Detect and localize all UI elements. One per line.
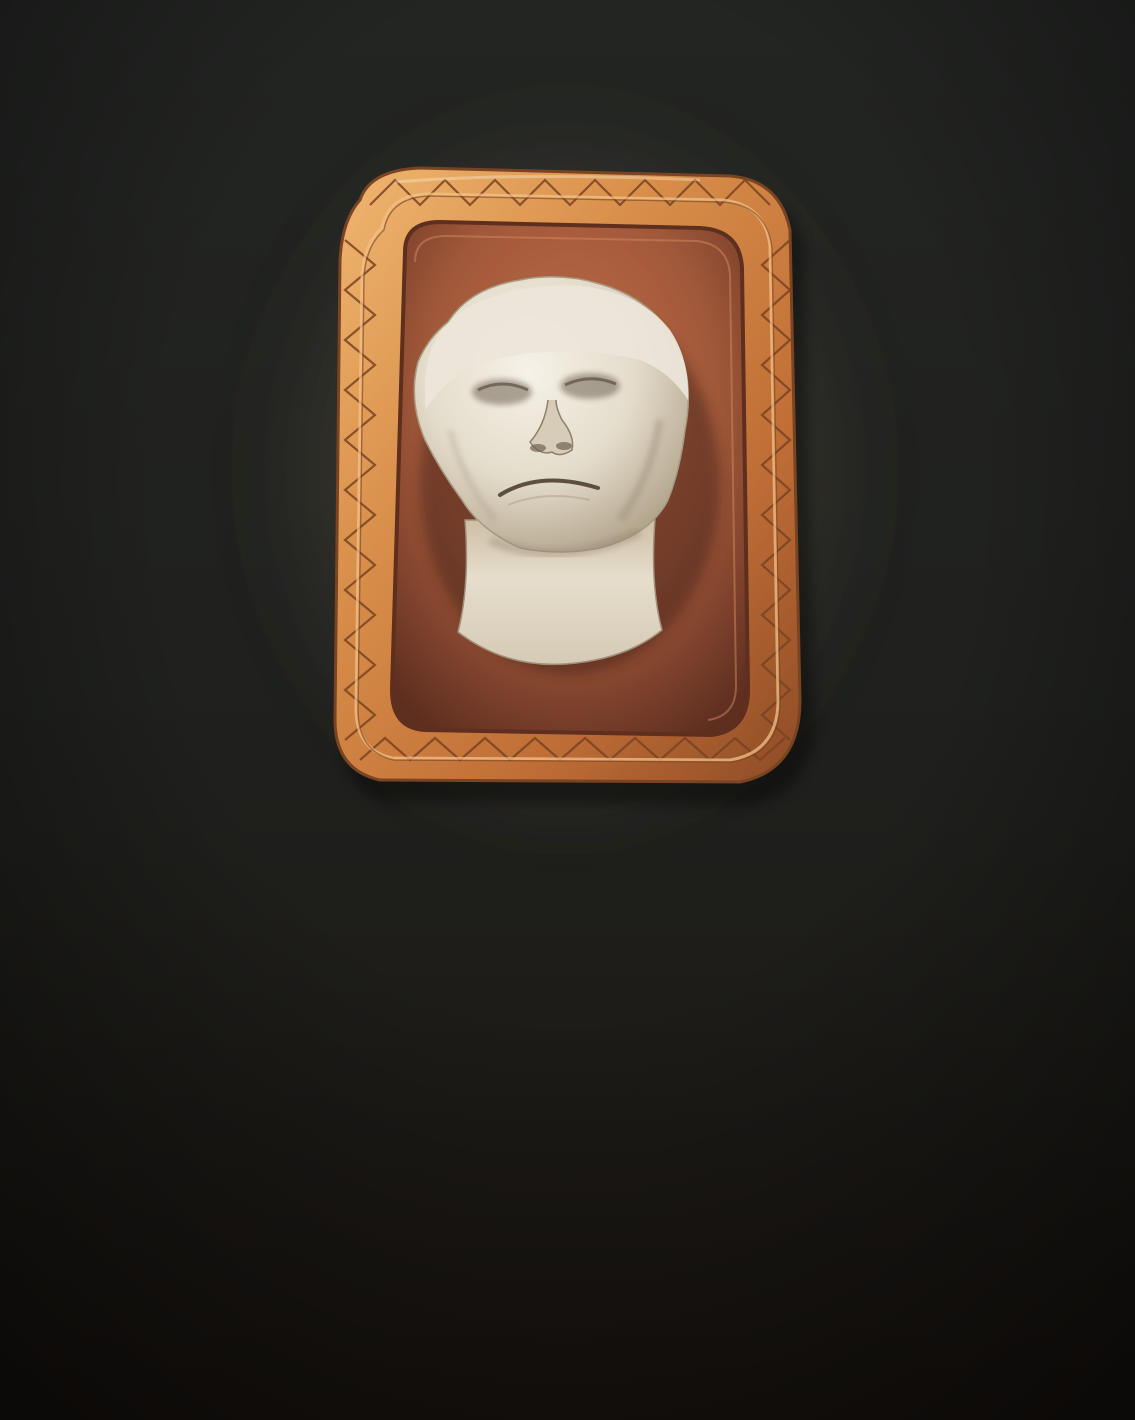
right-eye-socket (560, 373, 620, 399)
photo-canvas (0, 0, 1135, 1420)
photo-scene (0, 0, 1135, 1420)
